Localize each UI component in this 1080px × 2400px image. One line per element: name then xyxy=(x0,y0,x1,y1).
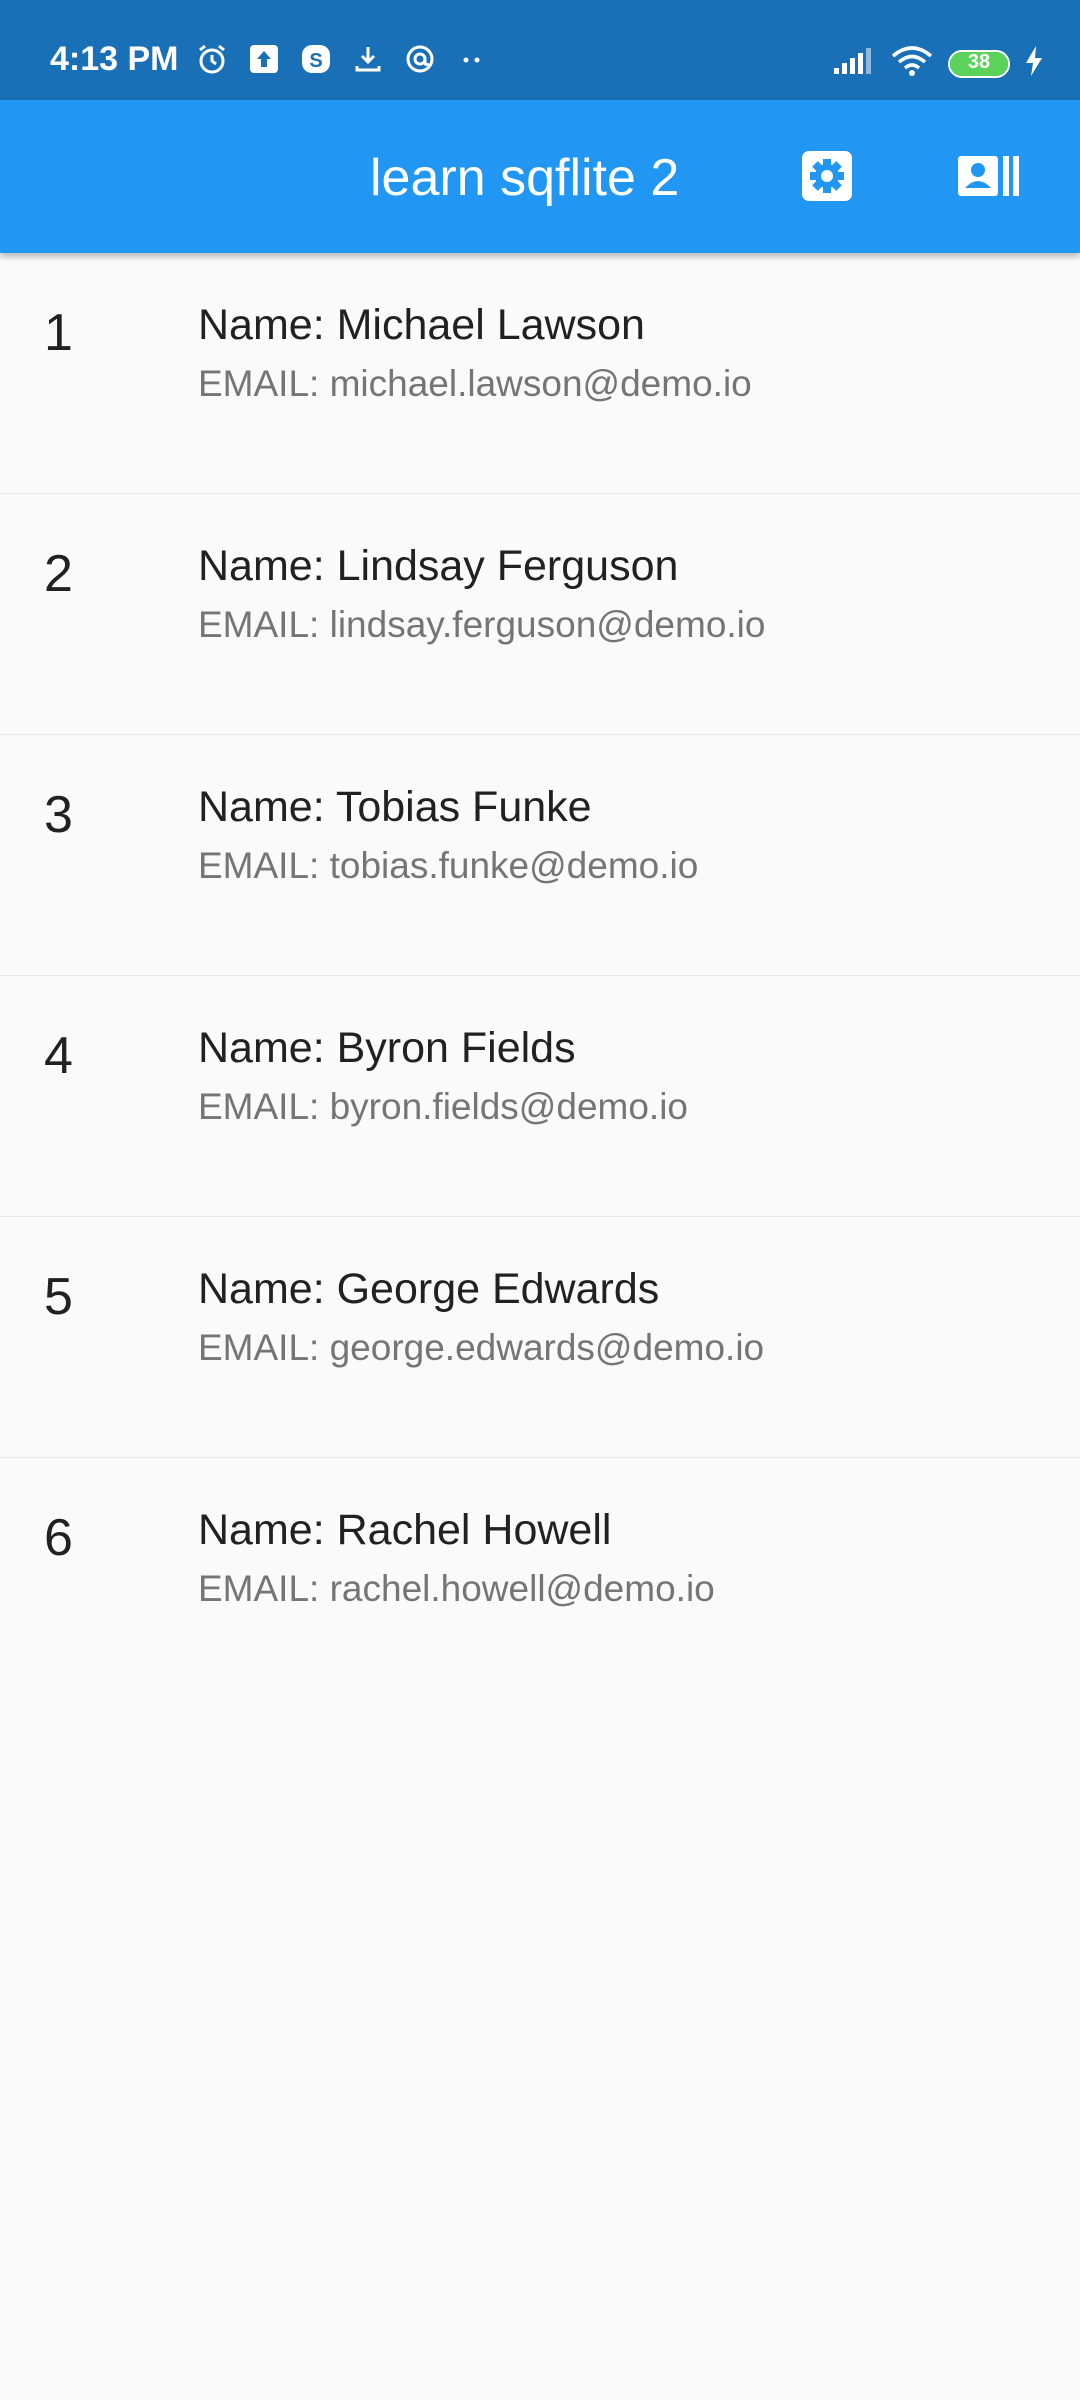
item-name: Name: Byron Fields xyxy=(198,1024,576,1072)
skype-icon: S xyxy=(299,42,333,76)
item-name: Name: Rachel Howell xyxy=(198,1506,612,1554)
signal-icon xyxy=(832,46,876,81)
notification-icons: S xyxy=(195,42,489,76)
svg-text:S: S xyxy=(309,50,322,72)
list-item[interactable]: 4 Name: Byron Fields EMAIL: byron.fields… xyxy=(0,976,1080,1217)
item-id: 5 xyxy=(44,1268,73,1326)
download-icon xyxy=(351,42,385,76)
item-email: EMAIL: george.edwards@demo.io xyxy=(198,1327,765,1368)
alarm-icon xyxy=(195,42,229,76)
contacts-list: 1 Name: Michael Lawson EMAIL: michael.la… xyxy=(0,253,1080,1699)
item-name: Name: Michael Lawson xyxy=(198,301,645,349)
settings-button[interactable] xyxy=(795,144,859,208)
item-name: Name: Tobias Funke xyxy=(198,783,592,831)
system-icons: 38 xyxy=(832,44,1044,83)
list-item[interactable]: 6 Name: Rachel Howell EMAIL: rachel.howe… xyxy=(0,1458,1080,1699)
list-item[interactable]: 5 Name: George Edwards EMAIL: george.edw… xyxy=(0,1217,1080,1458)
settings-icon xyxy=(802,151,852,201)
item-id: 1 xyxy=(44,304,73,362)
page-title: learn sqflite 2 xyxy=(370,149,680,207)
list-item[interactable]: 1 Name: Michael Lawson EMAIL: michael.la… xyxy=(0,253,1080,494)
item-email: EMAIL: rachel.howell@demo.io xyxy=(198,1568,715,1609)
item-id: 4 xyxy=(44,1027,73,1085)
item-id: 2 xyxy=(44,545,73,603)
item-id: 6 xyxy=(44,1509,73,1567)
contacts-icon xyxy=(958,156,1019,196)
at-sign-icon xyxy=(403,42,437,76)
status-bar: 4:13 PM S 38 xyxy=(0,0,1080,100)
item-email: EMAIL: byron.fields@demo.io xyxy=(198,1086,688,1127)
contacts-button[interactable] xyxy=(952,144,1024,208)
more-dots-icon xyxy=(455,42,489,76)
charging-icon xyxy=(1024,45,1044,82)
item-email: EMAIL: michael.lawson@demo.io xyxy=(198,363,752,404)
app-bar: learn sqflite 2 xyxy=(0,100,1080,253)
upload-icon xyxy=(247,42,281,76)
status-time: 4:13 PM xyxy=(50,40,179,78)
list-item[interactable]: 2 Name: Lindsay Ferguson EMAIL: lindsay.… xyxy=(0,494,1080,735)
battery-icon: 38 xyxy=(948,49,1010,78)
item-email: EMAIL: lindsay.ferguson@demo.io xyxy=(198,604,766,645)
wifi-icon xyxy=(890,44,934,83)
item-name: Name: George Edwards xyxy=(198,1265,660,1313)
battery-level: 38 xyxy=(967,50,991,73)
item-email: EMAIL: tobias.funke@demo.io xyxy=(198,845,699,886)
item-name: Name: Lindsay Ferguson xyxy=(198,542,679,590)
item-id: 3 xyxy=(44,786,73,844)
list-item[interactable]: 3 Name: Tobias Funke EMAIL: tobias.funke… xyxy=(0,735,1080,976)
